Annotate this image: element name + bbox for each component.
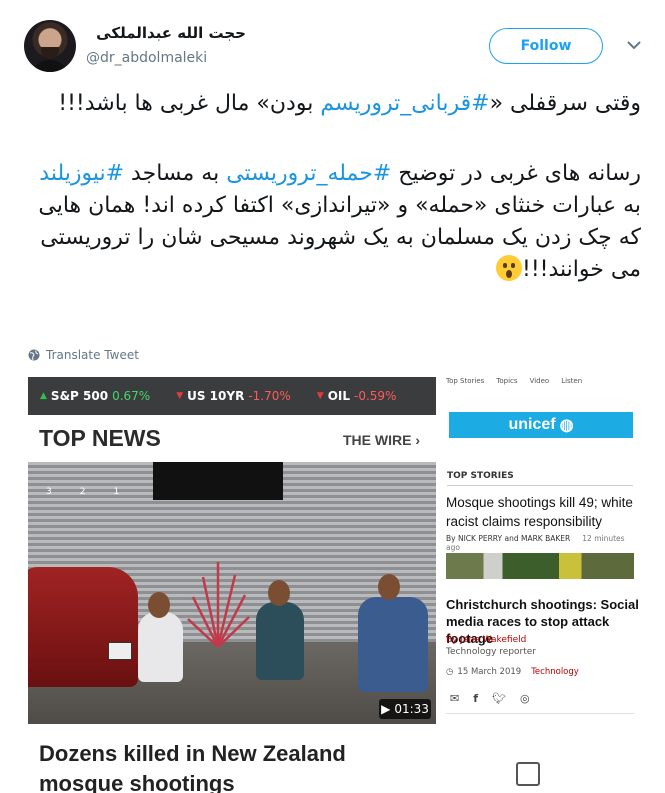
nav-item: Topics <box>496 377 518 385</box>
tweet-text: وقتی سرقفلی «#قربانی_تروریسم بودن» مال غ… <box>24 88 641 286</box>
news-photo[interactable]: 321 <box>28 462 436 724</box>
astonished-face-icon <box>496 255 523 281</box>
market-ticker: ▲ S&P 500 0.67% ▼ US 10YR -1.70% ▼ OIL -0.59% <box>28 377 436 415</box>
top-stories-label: TOP STORIES <box>447 471 514 481</box>
twitter-icon: 🐦︎ <box>492 692 506 705</box>
story-byline: By NICK PERRY and MARK BAKER 12 minutes a… <box>446 534 636 552</box>
share-bar: ✉ f 🐦︎ ◎ <box>450 692 530 705</box>
facebook-icon: f <box>473 692 479 705</box>
tweet-text-segment: به عبارات خنثای «حمله» و «تیراندازی» اکت… <box>38 193 641 282</box>
story-date-row: ◷ 15 March 2019 Technology <box>446 667 579 677</box>
nav-item: Top Stories <box>446 377 485 385</box>
duration-text: 01:33 <box>394 702 429 716</box>
section-title: TOP NEWS <box>39 425 161 451</box>
whatsapp-icon: ◎ <box>519 692 530 705</box>
tweet-paragraph-2: رسانه های غربی در توضیح #حمله_تروریستی ب… <box>24 158 641 286</box>
arrow-down-icon: ▼ <box>176 391 184 401</box>
user-handle[interactable]: @dr_abdolmaleki <box>86 50 207 66</box>
media-right-image[interactable]: Top Stories Topics Video Listen unicef ◍ … <box>442 377 642 793</box>
ticker-value: -1.70% <box>248 389 291 403</box>
news-headline: Dozens killed in New Zealand mosque shoo… <box>39 741 346 793</box>
follow-button[interactable]: Follow <box>489 28 603 64</box>
story-author: By Jane Wakefield <box>446 635 527 645</box>
story-headline: Mosque shootings kill 49; white racist c… <box>446 495 633 529</box>
globe-icon <box>28 349 40 361</box>
hashtag-link[interactable]: #حمله_تروریستی <box>226 161 391 186</box>
arrow-up-icon: ▲ <box>40 391 47 401</box>
ticker-name: OIL <box>327 389 350 403</box>
ticker-value: 0.67% <box>112 389 151 403</box>
story-photo <box>446 553 634 579</box>
unicef-logo-text: unicef <box>508 416 556 433</box>
play-icon: ▶ <box>381 702 391 716</box>
ticker-value: -0.59% <box>354 389 397 403</box>
display-name[interactable]: حجت الله عبدالملکی <box>86 24 246 42</box>
media-left-image[interactable]: ▲ S&P 500 0.67% ▼ US 10YR -1.70% ▼ OIL -0.59% … <box>28 377 436 793</box>
author-role: Technology reporter <box>446 647 536 657</box>
chevron-right-icon: › <box>415 432 421 448</box>
ticker-name: US 10YR <box>187 389 245 403</box>
ticker-item: ▼ OIL -0.59% <box>317 389 397 403</box>
tweet-text-segment: بودن» مال غربی ها باشد!!! <box>58 91 321 116</box>
wire-label: THE WIRE <box>343 432 412 448</box>
email-icon: ✉ <box>450 692 460 705</box>
translate-label[interactable]: Translate Tweet <box>46 348 139 362</box>
hashtag-link[interactable]: #نیوزیلند <box>39 161 124 186</box>
chevron-down-icon[interactable] <box>625 36 643 54</box>
the-wire-link[interactable]: THE WIRE › <box>343 432 420 448</box>
story-tag: Technology <box>531 667 579 677</box>
nav-item: Listen <box>561 377 583 385</box>
story-date: 15 March 2019 <box>457 667 522 677</box>
ticker-item: ▲ S&P 500 0.67% <box>40 389 150 403</box>
tweet-text-segment: به مساجد <box>124 161 227 186</box>
ticker-name: S&P 500 <box>50 389 109 403</box>
nav-item: Video <box>529 377 550 385</box>
ticker-item: ▼ US 10YR -1.70% <box>176 389 291 403</box>
tweet-text-segment: رسانه های غربی در توضیح <box>391 161 641 186</box>
tweet-paragraph-1: وقتی سرقفلی «#قربانی_تروریسم بودن» مال غ… <box>24 88 641 120</box>
clock-icon: ◷ <box>446 667 454 677</box>
unicef-banner: unicef ◍ <box>449 412 633 438</box>
video-duration-badge: ▶ 01:33 <box>379 699 431 719</box>
avatar[interactable] <box>24 20 76 72</box>
hashtag-link[interactable]: #قربانی_تروریسم <box>320 91 489 116</box>
byline-text: By NICK PERRY and MARK BAKER <box>446 534 571 543</box>
sad-face-icon <box>516 762 540 786</box>
translate-tweet-link[interactable]: Translate Tweet <box>28 348 139 362</box>
arrow-down-icon: ▼ <box>316 391 324 401</box>
site-nav: Top Stories Topics Video Listen <box>446 377 642 387</box>
globe-icon: ◍ <box>559 417 574 434</box>
tweet-text-segment: وقتی سرقفلی « <box>489 91 641 116</box>
